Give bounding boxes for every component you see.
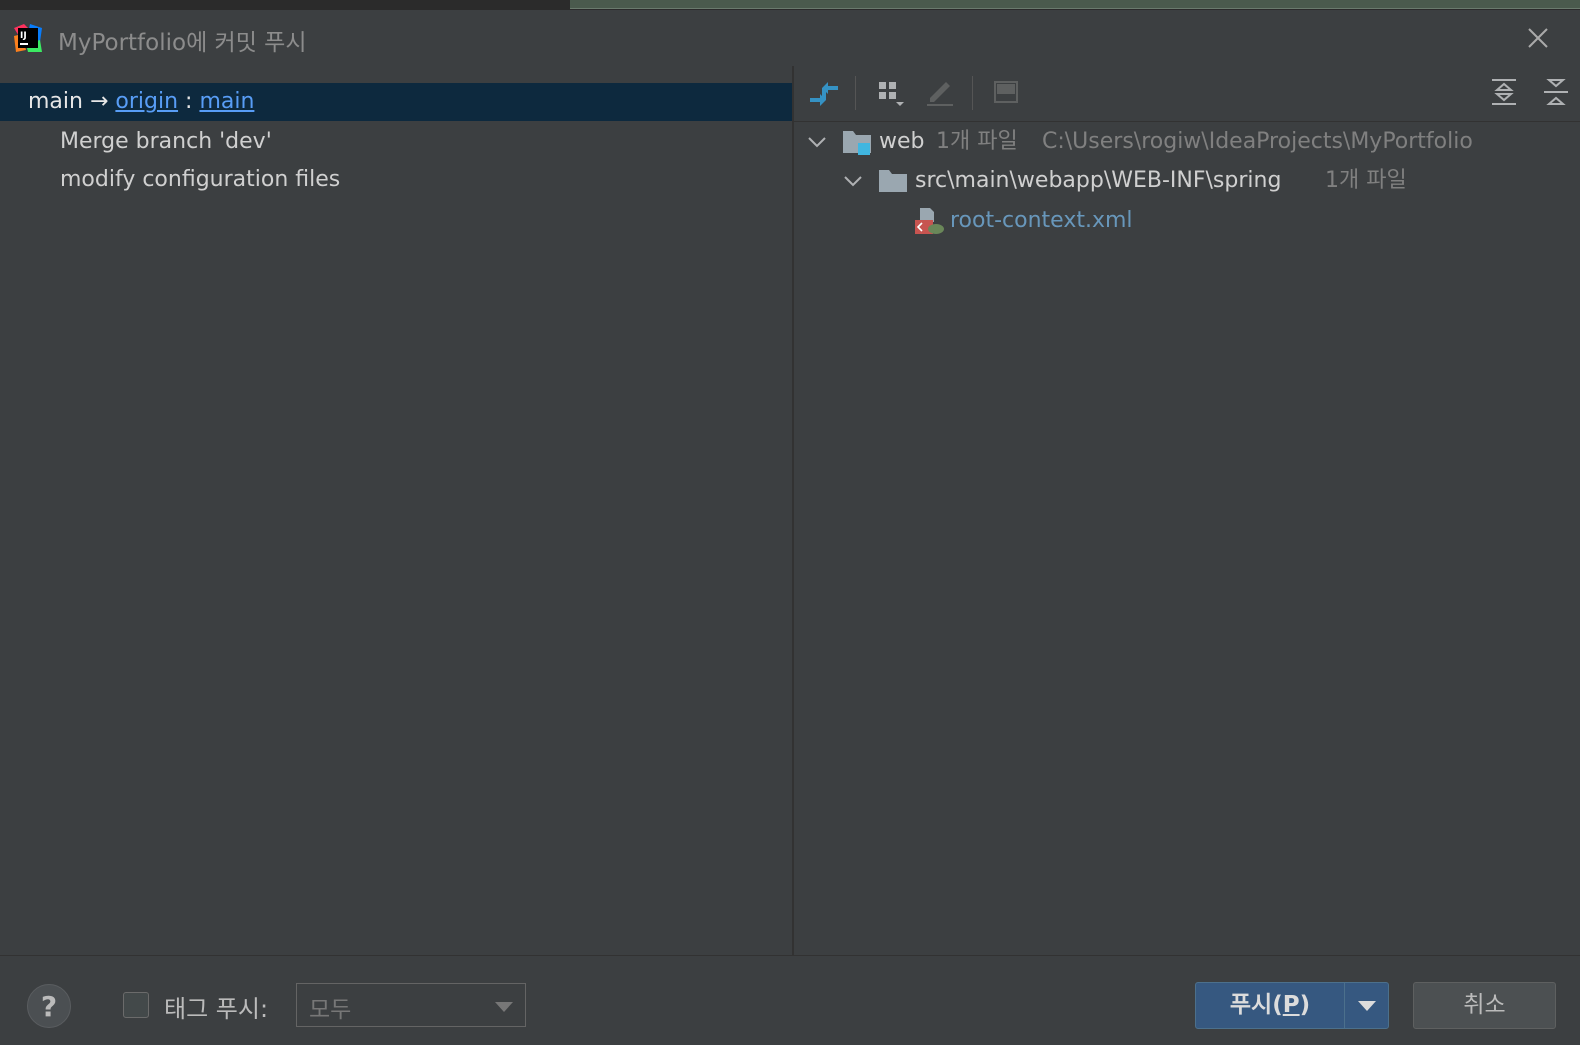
push-button[interactable]: 푸시(P)	[1195, 982, 1345, 1029]
branch-push-target[interactable]: main → origin : main	[0, 83, 792, 121]
dialog-titlebar: IJ MyPortfolio에 커밋 푸시	[0, 10, 1580, 66]
module-path: C:\Users\rogiw\IdeaProjects\MyPortfolio	[1042, 129, 1473, 154]
close-icon[interactable]	[1520, 20, 1556, 56]
push-label-end: )	[1299, 992, 1311, 1018]
folder-file-count: 1개 파일	[1325, 168, 1407, 193]
toolbar-separator	[855, 76, 856, 110]
commit-item[interactable]: Merge branch 'dev'	[0, 123, 792, 161]
chevron-down-icon[interactable]	[842, 170, 864, 192]
background-editor-tab	[570, 0, 1580, 9]
chevron-down-icon	[495, 1002, 513, 1012]
push-tags-checkbox[interactable]	[123, 992, 149, 1018]
spring-xml-file-icon	[915, 208, 944, 234]
chevron-down-icon	[1358, 1001, 1376, 1011]
toolbar-separator	[972, 76, 973, 110]
changes-toolbar	[794, 66, 1580, 122]
cancel-button[interactable]: 취소	[1413, 982, 1556, 1029]
arrow: →	[82, 89, 116, 114]
module-name: web	[879, 129, 925, 154]
chevron-down-icon[interactable]	[806, 131, 828, 153]
push-options-dropdown[interactable]	[1344, 982, 1389, 1029]
dialog-title: MyPortfolio에 커밋 푸시	[58, 30, 307, 56]
folder-path: src\main\webapp\WEB-INF\spring	[915, 168, 1282, 193]
push-mnemonic: P	[1282, 992, 1300, 1018]
expand-all-icon[interactable]	[1486, 74, 1522, 110]
module-folder-icon	[843, 131, 871, 155]
window-top-strip	[0, 0, 1580, 10]
tree-node-folder[interactable]: src\main\webapp\WEB-INF\spring 1개 파일	[842, 163, 1576, 199]
commits-panel: main → origin : main Merge branch 'dev' …	[0, 66, 792, 955]
group-by-icon[interactable]	[872, 74, 908, 110]
commit-item[interactable]: modify configuration files	[0, 161, 792, 199]
changes-panel: web 1개 파일 C:\Users\rogiw\IdeaProjects\My…	[794, 66, 1580, 955]
file-name: root-context.xml	[950, 208, 1133, 233]
svg-text:IJ: IJ	[20, 31, 27, 41]
tag-mode-select[interactable]: 모두	[296, 983, 526, 1027]
preview-diff-icon[interactable]	[988, 74, 1024, 110]
tree-node-file[interactable]: root-context.xml	[914, 203, 1576, 239]
compare-icon[interactable]	[806, 74, 842, 110]
edit-icon[interactable]	[922, 74, 958, 110]
help-button[interactable]: ?	[27, 984, 71, 1028]
tree-node-root[interactable]: web 1개 파일 C:\Users\rogiw\IdeaProjects\My…	[806, 124, 1576, 160]
remote-link[interactable]: origin	[115, 89, 178, 114]
separator: :	[178, 89, 200, 114]
dialog-footer: ? 태그 푸시: 모두 푸시(P) 취소	[0, 956, 1580, 1045]
folder-icon	[879, 170, 907, 192]
module-file-count: 1개 파일	[936, 129, 1018, 154]
intellij-logo-icon: IJ	[14, 24, 42, 52]
push-tags-label: 태그 푸시:	[164, 995, 269, 1023]
push-label: 푸시(	[1229, 992, 1283, 1018]
remote-branch-link[interactable]: main	[199, 89, 254, 114]
tag-mode-value: 모두	[309, 997, 352, 1023]
local-branch: main	[28, 89, 83, 114]
collapse-all-icon[interactable]	[1538, 74, 1574, 110]
